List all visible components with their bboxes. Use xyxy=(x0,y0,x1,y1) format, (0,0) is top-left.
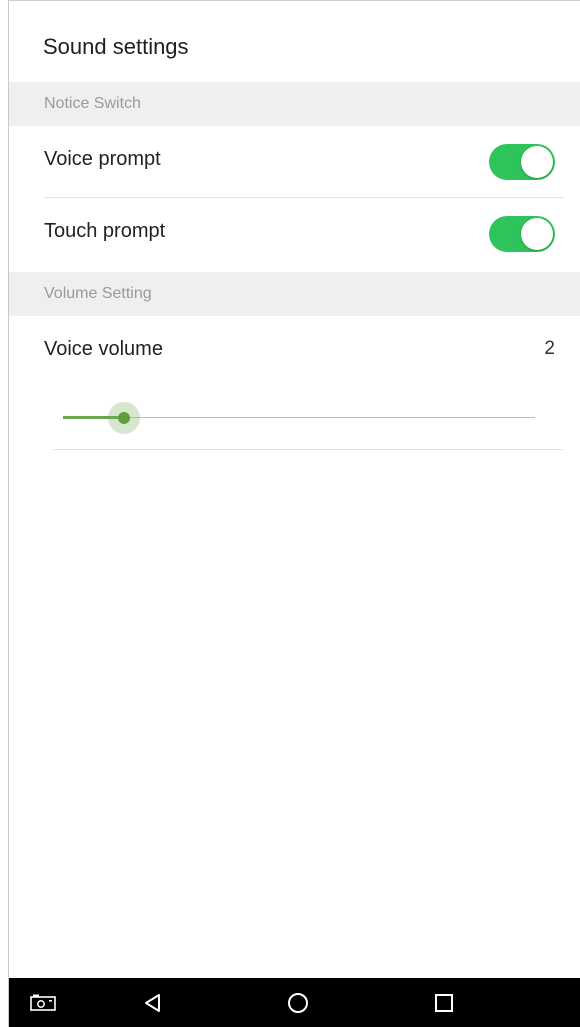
device-frame-top xyxy=(0,0,580,10)
touch-prompt-toggle[interactable] xyxy=(489,216,555,252)
home-icon[interactable] xyxy=(268,978,328,1027)
voice-prompt-label: Voice prompt xyxy=(44,148,161,170)
slider-thumb[interactable] xyxy=(118,412,130,424)
recents-icon[interactable] xyxy=(414,978,474,1027)
section-title: Volume Setting xyxy=(44,285,152,302)
section-title: Notice Switch xyxy=(44,95,141,112)
touch-prompt-label: Touch prompt xyxy=(44,220,166,242)
voice-prompt-row[interactable]: Voice prompt xyxy=(9,126,580,198)
touch-prompt-row[interactable]: Touch prompt xyxy=(9,198,580,270)
back-icon[interactable] xyxy=(123,978,183,1027)
voice-volume-value: 2 xyxy=(544,338,555,359)
voice-prompt-toggle[interactable] xyxy=(489,144,555,180)
volume-divider xyxy=(53,449,563,450)
voice-volume-row[interactable]: Voice volume 2 xyxy=(9,316,580,388)
screenshot-icon[interactable] xyxy=(13,978,73,1027)
voice-volume-label: Voice volume xyxy=(44,338,163,360)
device-frame-left xyxy=(0,0,9,1027)
toggle-knob xyxy=(521,146,553,178)
settings-screen: Sound settings Notice Switch Voice promp… xyxy=(9,10,580,978)
section-header-volume-setting: Volume Setting xyxy=(9,272,580,316)
page-title: Sound settings xyxy=(43,34,189,59)
title-bar: Sound settings xyxy=(9,10,580,82)
section-header-notice-switch: Notice Switch xyxy=(9,82,580,126)
toggle-knob xyxy=(521,218,553,250)
system-nav-bar xyxy=(9,978,580,1027)
voice-volume-slider[interactable] xyxy=(63,402,535,434)
